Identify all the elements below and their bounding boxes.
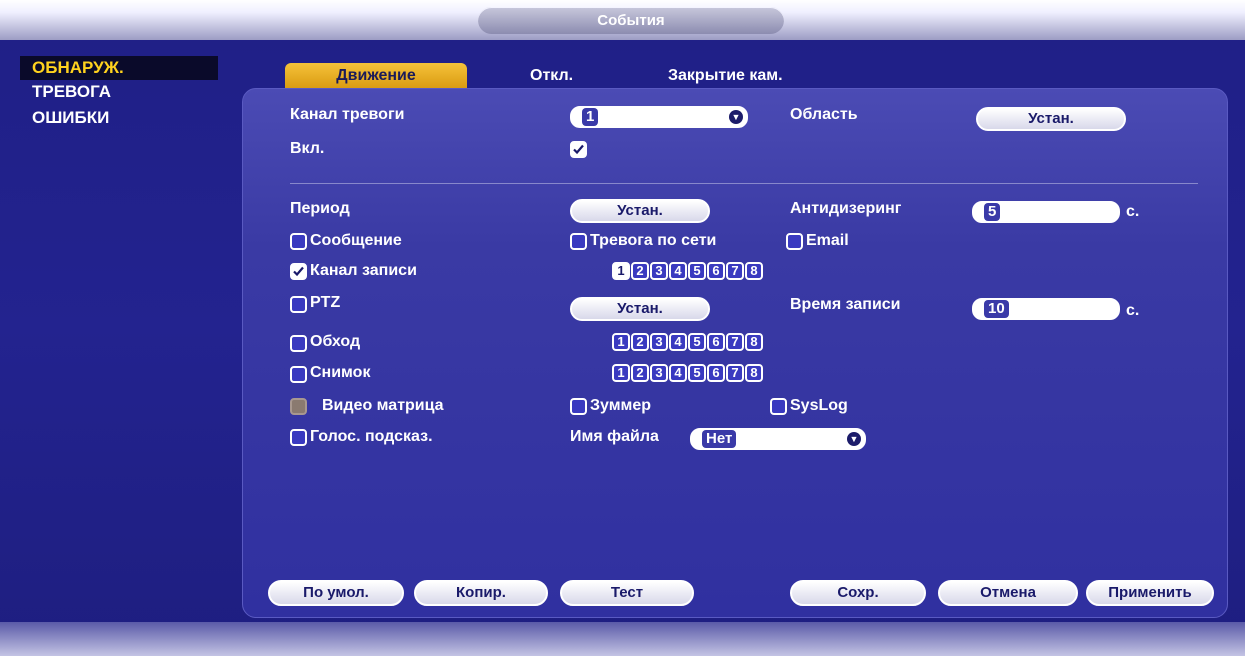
net-alarm-checkbox[interactable] [570,233,587,250]
snapshot-channel-1[interactable]: 1 [612,364,630,382]
syslog-checkbox[interactable] [770,398,787,415]
record-channel-4[interactable]: 4 [669,262,687,280]
record-channel-checkbox[interactable] [290,263,307,280]
snapshot-checkbox[interactable] [290,366,307,383]
chevron-down-icon: ▼ [847,432,861,446]
voice-prompt-label: Голос. подсказ. [310,428,433,445]
tour-channel-selector: 1 2 3 4 5 6 7 8 [612,333,763,351]
ptz-label: PTZ [310,294,341,311]
snapshot-channel-2[interactable]: 2 [631,364,649,382]
tour-channel-8[interactable]: 8 [745,333,763,351]
area-set-button[interactable]: Устан. [976,107,1126,131]
period-label: Период [290,200,350,217]
record-channel-5[interactable]: 5 [688,262,706,280]
enable-checkbox[interactable] [570,141,587,158]
snapshot-channel-selector: 1 2 3 4 5 6 7 8 [612,364,763,382]
sidebar-item-detection[interactable]: ОБНАРУЖ. [20,56,218,80]
ptz-checkbox[interactable] [290,296,307,313]
test-button[interactable]: Тест [560,580,694,606]
snapshot-channel-8[interactable]: 8 [745,364,763,382]
window-title: События [478,7,784,34]
record-channel-selector: 1 2 3 4 5 6 7 8 [612,262,763,280]
tour-channel-3[interactable]: 3 [650,333,668,351]
video-matrix-checkbox [290,398,307,415]
record-time-input[interactable]: 10 [972,298,1120,320]
snapshot-channel-7[interactable]: 7 [726,364,744,382]
check-icon [293,266,304,277]
record-channel-8[interactable]: 8 [745,262,763,280]
chevron-down-icon: ▼ [729,110,743,124]
antidither-value: 5 [984,203,1001,221]
check-icon [573,144,584,155]
record-channel-2[interactable]: 2 [631,262,649,280]
area-label: Область [790,106,858,123]
tab-motion[interactable]: Движение [285,63,467,89]
snapshot-channel-5[interactable]: 5 [688,364,706,382]
ptz-set-button[interactable]: Устан. [570,297,710,321]
save-button[interactable]: Сохр. [790,580,926,606]
sidebar-item-errors[interactable]: ОШИБКИ [20,106,218,130]
record-channel-7[interactable]: 7 [726,262,744,280]
screen: События ОБНАРУЖ. ТРЕВОГА ОШИБКИ Движение… [0,0,1245,656]
net-alarm-label: Тревога по сети [590,232,717,249]
file-name-select[interactable]: Нет ▼ [690,428,866,450]
email-label: Email [806,232,849,249]
antidither-unit: с. [1126,203,1140,220]
enable-label: Вкл. [290,140,325,157]
record-channel-1[interactable]: 1 [612,262,630,280]
copy-button[interactable]: Копир. [414,580,548,606]
syslog-label: SysLog [790,397,848,414]
snapshot-label: Снимок [310,364,371,381]
record-channel-label: Канал записи [310,262,417,279]
message-checkbox[interactable] [290,233,307,250]
title-bar: События [0,0,1245,40]
alarm-channel-value: 1 [582,108,599,126]
tab-disconnect[interactable]: Откл. [530,63,573,89]
period-set-button[interactable]: Устан. [570,199,710,223]
sidebar-item-alarm[interactable]: ТРЕВОГА [20,80,218,104]
antidither-label: Антидизеринг [790,200,902,217]
buzzer-label: Зуммер [590,397,652,414]
default-button[interactable]: По умол. [268,580,404,606]
antidither-input[interactable]: 5 [972,201,1120,223]
tour-channel-1[interactable]: 1 [612,333,630,351]
record-time-label: Время записи [790,296,901,313]
buzzer-checkbox[interactable] [570,398,587,415]
record-channel-6[interactable]: 6 [707,262,725,280]
snapshot-channel-3[interactable]: 3 [650,364,668,382]
alarm-channel-select[interactable]: 1 ▼ [570,106,748,128]
apply-button[interactable]: Применить [1086,580,1214,606]
tab-camera-cover[interactable]: Закрытие кам. [668,63,783,89]
file-name-value: Нет [702,430,737,448]
snapshot-channel-6[interactable]: 6 [707,364,725,382]
tour-channel-2[interactable]: 2 [631,333,649,351]
file-name-label: Имя файла [570,428,659,445]
email-checkbox[interactable] [786,233,803,250]
voice-prompt-checkbox[interactable] [290,429,307,446]
bottom-bar [0,622,1245,656]
tour-channel-5[interactable]: 5 [688,333,706,351]
alarm-channel-label: Канал тревоги [290,106,405,123]
settings-panel [242,88,1228,618]
record-channel-3[interactable]: 3 [650,262,668,280]
cancel-button[interactable]: Отмена [938,580,1078,606]
divider [290,183,1198,184]
video-matrix-label: Видео матрица [322,397,444,414]
tour-channel-4[interactable]: 4 [669,333,687,351]
tour-channel-6[interactable]: 6 [707,333,725,351]
tour-channel-7[interactable]: 7 [726,333,744,351]
record-time-unit: с. [1126,302,1140,319]
message-label: Сообщение [310,232,402,249]
record-time-value: 10 [984,300,1009,318]
tour-checkbox[interactable] [290,335,307,352]
tour-label: Обход [310,333,361,350]
snapshot-channel-4[interactable]: 4 [669,364,687,382]
